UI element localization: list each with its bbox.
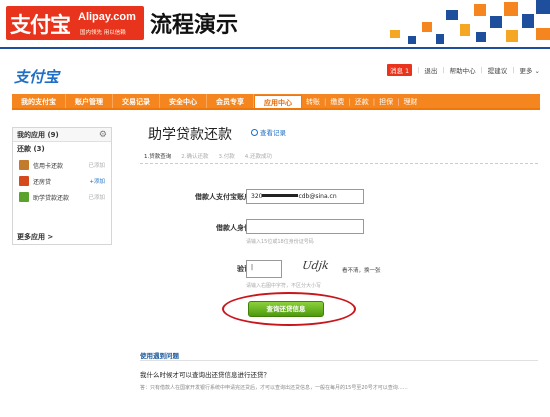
added-status: 已添加 — [88, 195, 105, 201]
nav-my-alipay[interactable]: 我的支付宝 — [12, 94, 66, 108]
presentation-banner: 支付宝 Alipay.com 国内领先 用以信赖 流程演示 — [0, 0, 550, 48]
sidebar-item-label: 还房贷 — [33, 178, 52, 186]
sidebar-item-credit-card[interactable]: 信用卡还款 已添加 — [13, 157, 111, 173]
page-title: 助学贷款还款 — [148, 127, 232, 143]
help-center-link[interactable]: 帮助中心 — [450, 65, 476, 75]
nav-account-management[interactable]: 账户管理 — [66, 94, 113, 108]
gear-icon[interactable]: ⚙ — [99, 128, 107, 142]
account-input[interactable]: 320 cdb@sina.cn — [246, 189, 364, 204]
student-loan-icon — [19, 192, 29, 202]
sidebar-group-repayment: 还款 (3) — [13, 142, 111, 157]
nav-member-exclusive[interactable]: 会员专享 — [207, 94, 254, 108]
query-repayment-button[interactable]: 查询还贷信息 — [248, 301, 324, 317]
house-icon — [19, 176, 29, 186]
group-count: (3) — [33, 145, 45, 153]
top-navigation: 消息 1 | 退出 | 帮助中心 | 提建议 | 更多 ⌄ — [386, 64, 540, 76]
alipay-site-logo[interactable]: 支付宝 — [14, 66, 59, 87]
step-success: 4.还款成功 — [244, 154, 272, 160]
id-number-input[interactable] — [246, 219, 364, 234]
step-confirm: 2.确认还款 — [181, 154, 209, 160]
chevron-down-icon: ⌄ — [534, 67, 540, 75]
more-apps-link[interactable]: 更多应用 > — [17, 232, 53, 242]
sidebar-item-label: 信用卡还款 — [33, 162, 64, 170]
step-query: 1.贷款查询 — [144, 154, 172, 160]
separator: | — [442, 66, 445, 74]
sidebar-item-mortgage[interactable]: 还房贷 +添加 — [13, 173, 111, 189]
id-number-hint: 请输入15位或18位身份证号码 — [246, 239, 314, 245]
banner-title: 流程演示 — [150, 13, 239, 38]
faq-divider — [140, 360, 538, 361]
alipay-banner-logo: 支付宝 Alipay.com 国内领先 用以信赖 — [6, 6, 144, 40]
decorative-mosaic — [380, 0, 550, 48]
account-label: 借款人支付宝账户名 — [195, 193, 258, 201]
suggest-link[interactable]: 提建议 — [488, 65, 508, 75]
id-number-label: 借款人身份证 — [216, 224, 258, 232]
separator: | — [417, 66, 420, 74]
captcha-image[interactable]: Udjk — [301, 259, 340, 277]
faq-heading: 使用遇到问题 — [140, 352, 179, 360]
my-apps-sidebar: 我的应用 (9) ⚙ 还款 (3) 信用卡还款 已添加 还房贷 +添加 助学贷款… — [12, 127, 112, 245]
faq-question[interactable]: 我什么时候才可以查询出还贷信息进行还贷？ — [140, 369, 270, 379]
masked-segment — [262, 194, 299, 197]
faq-answer: 答：只有借款人在国家开发银行系统中申请完还贷后，才可以查询出还贷信息，一般在每月… — [140, 385, 408, 391]
separator: | — [512, 66, 515, 74]
view-records-link[interactable]: 查看记录 — [251, 127, 286, 137]
nav-security-center[interactable]: 安全中心 — [160, 94, 207, 108]
nav-transaction-records[interactable]: 交易记录 — [113, 94, 160, 108]
step-pay: 3.付款 — [218, 154, 235, 160]
sidebar-item-student-loan[interactable]: 助学贷款还款 已添加 — [13, 189, 111, 205]
subnav-finance[interactable]: 理财 — [399, 94, 421, 108]
view-records-label: 查看记录 — [260, 129, 286, 137]
messages-count: 1 — [405, 67, 410, 75]
messages-label: 消息 — [389, 67, 403, 75]
subnav-guarantee[interactable]: 担保 — [375, 94, 397, 108]
refresh-captcha-link[interactable]: 看不清，换一张 — [342, 266, 381, 274]
search-icon — [251, 129, 258, 136]
added-status: 已添加 — [88, 163, 105, 169]
sidebar-item-label: 助学贷款还款 — [33, 194, 70, 202]
captcha-input[interactable]: | — [246, 260, 282, 278]
more-menu[interactable]: 更多 ⌄ — [519, 65, 540, 75]
main-navigation: 我的支付宝 账户管理 交易记录 安全中心 会员专享 应用中心 转账 | 缴费 |… — [12, 94, 540, 110]
separator: | — [480, 66, 483, 74]
group-label: 还款 — [17, 145, 31, 153]
captcha-label: 验证码 — [148, 264, 258, 274]
banner-divider — [0, 47, 550, 49]
account-value-suffix: cdb@sina.cn — [298, 193, 337, 200]
sidebar-title: 我的应用 — [17, 131, 45, 139]
add-button[interactable]: +添加 — [89, 177, 105, 185]
progress-steps: 1.贷款查询 2.确认还款 3.付款 4.还款成功 — [140, 152, 538, 164]
messages-link[interactable]: 消息 1 — [386, 64, 413, 76]
logout-link[interactable]: 退出 — [424, 65, 437, 75]
sidebar-header: 我的应用 (9) ⚙ — [13, 128, 111, 142]
more-label: 更多 — [519, 67, 533, 75]
subnav-repayment[interactable]: 还款 — [351, 94, 373, 108]
logo-en-text: Alipay.com — [78, 11, 136, 23]
sidebar-title-count: (9) — [47, 131, 59, 139]
nav-app-center[interactable]: 应用中心 — [254, 95, 302, 108]
account-value-prefix: 320 — [251, 193, 263, 200]
credit-card-icon — [19, 160, 29, 170]
logo-slogan: 国内领先 用以信赖 — [80, 30, 126, 36]
captcha-hint: 请输入右图中字符，不区分大小写 — [246, 283, 322, 289]
subnav-payment[interactable]: 缴费 — [326, 94, 348, 108]
subnav-transfer[interactable]: 转账 — [302, 94, 324, 108]
logo-cn-text: 支付宝 — [10, 12, 71, 37]
